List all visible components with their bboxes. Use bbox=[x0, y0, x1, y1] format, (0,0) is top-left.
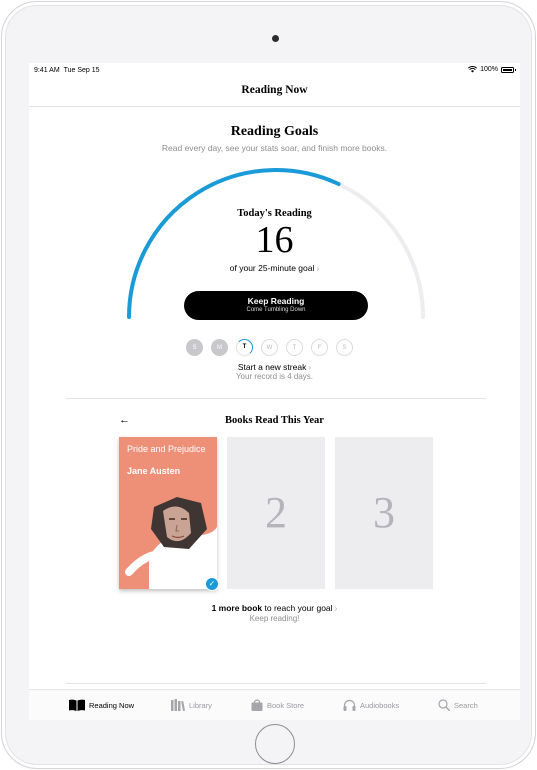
day-monday: M bbox=[211, 339, 228, 356]
keep-reading-label: Keep Reading bbox=[247, 296, 305, 306]
book-cover-art bbox=[125, 497, 217, 589]
book-author: Jane Austen bbox=[127, 466, 181, 476]
more-books-text: to reach your goal bbox=[262, 603, 333, 613]
tab-label: Book Store bbox=[267, 700, 305, 710]
keep-reading-book-title: Come Tumbling Down bbox=[246, 307, 306, 313]
bag-icon bbox=[251, 699, 263, 711]
chevron-right-icon: › bbox=[308, 362, 312, 372]
chevron-right-icon: › bbox=[334, 603, 338, 613]
tab-search[interactable]: Search bbox=[438, 696, 478, 714]
tab-bar: Reading Now Library Book Store Audiobook… bbox=[29, 689, 520, 720]
section-divider bbox=[66, 683, 486, 684]
tab-label: Reading Now bbox=[89, 700, 135, 710]
goal-text: of your 25-minute goal bbox=[229, 263, 315, 273]
book-slot-2: 2 bbox=[227, 437, 325, 589]
streak-record: Your record is 4 days. bbox=[235, 372, 314, 381]
more-books-count: 1 more book bbox=[211, 603, 263, 613]
headphones-icon bbox=[343, 699, 356, 711]
keep-reading-button[interactable]: Keep Reading Come Tumbling Down bbox=[184, 291, 368, 320]
camera-icon bbox=[272, 35, 279, 42]
day-wednesday: W bbox=[261, 339, 278, 356]
ipad-frame: 9:41 AM Tue Sep 15 100% Reading Now Read… bbox=[1, 1, 536, 769]
tab-library[interactable]: Library bbox=[171, 696, 212, 714]
tab-label: Library bbox=[189, 700, 212, 710]
day-tuesday-today: T bbox=[235, 338, 253, 356]
day-friday: F bbox=[311, 339, 328, 356]
book-title: Pride and Prejudice bbox=[127, 444, 206, 454]
book-cover-pride-and-prejudice[interactable]: Pride and Prejudice Jane Austen bbox=[119, 437, 217, 589]
todays-reading-minutes: 16 bbox=[255, 219, 294, 261]
tab-audiobooks[interactable]: Audiobooks bbox=[343, 696, 399, 714]
tab-reading-now[interactable]: Reading Now bbox=[69, 696, 134, 714]
books-read-title: Books Read This Year bbox=[225, 415, 324, 426]
books-goal-link[interactable]: 1 more book to reach your goal › bbox=[29, 603, 520, 613]
book-slot-3: 3 bbox=[335, 437, 433, 589]
day-saturday: S bbox=[336, 339, 353, 356]
goal-link[interactable]: of your 25-minute goal › bbox=[29, 263, 520, 273]
day-thursday: T bbox=[286, 339, 303, 356]
checkmark-icon: ✓ bbox=[205, 577, 219, 591]
chevron-right-icon: › bbox=[316, 263, 320, 273]
keep-reading-message: Keep reading! bbox=[249, 614, 300, 623]
tab-label: Audiobooks bbox=[360, 700, 400, 710]
tab-book-store[interactable]: Book Store bbox=[251, 696, 304, 714]
search-icon bbox=[438, 699, 450, 711]
screen: 9:41 AM Tue Sep 15 100% Reading Now Read… bbox=[29, 63, 520, 720]
library-icon bbox=[171, 699, 185, 711]
streak-link[interactable]: Start a new streak › bbox=[29, 362, 520, 372]
weekday-streak: S M T W T F S bbox=[186, 338, 366, 356]
home-button[interactable] bbox=[255, 724, 295, 764]
day-sunday: S bbox=[186, 339, 203, 356]
streak-title: Start a new streak bbox=[237, 362, 307, 372]
book-open-icon bbox=[69, 699, 85, 711]
tab-label: Search bbox=[454, 700, 478, 710]
section-divider bbox=[66, 398, 486, 399]
